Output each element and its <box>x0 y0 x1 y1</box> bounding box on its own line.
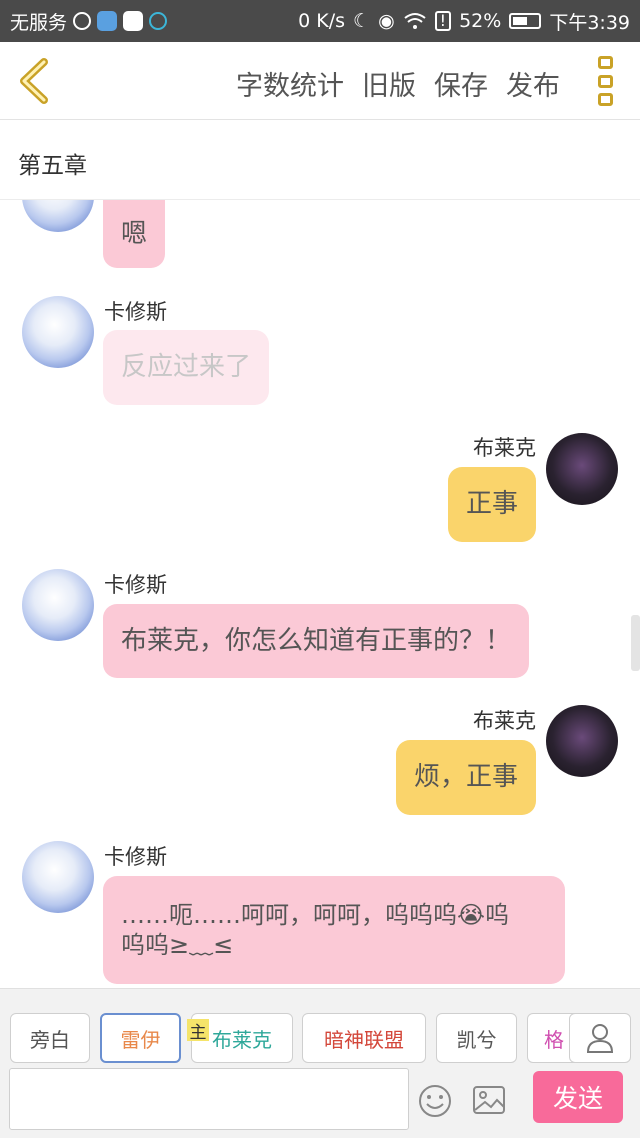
message-bubble[interactable]: 嗯 <box>103 200 166 268</box>
clock: 下午3:39 <box>549 11 630 34</box>
sender-name: 布莱克 <box>473 436 536 460</box>
network-speed: 0 K/s <box>298 10 346 32</box>
message-input[interactable] <box>9 1068 409 1130</box>
avatar-kaxiusi[interactable] <box>22 841 94 913</box>
wifi-icon <box>404 13 426 29</box>
save-button[interactable]: 保存 <box>434 64 488 103</box>
character-chip-narrator[interactable]: 旁白 <box>10 1013 90 1063</box>
message-text: 正事 <box>465 489 518 520</box>
image-icon[interactable] <box>472 1084 506 1116</box>
message-text-line: 呜呜≥﹏≤ <box>121 931 234 959</box>
avatar-kaxiusi[interactable] <box>22 296 94 368</box>
message-text: 布莱克，你怎么知道有正事的？！ <box>121 625 512 656</box>
battery-percent: 52% <box>459 10 502 32</box>
eye-icon: ◉ <box>378 10 395 32</box>
top-nav: 字数统计 旧版 保存 发布 <box>0 42 640 120</box>
message-text: 嗯 <box>121 218 148 249</box>
main-character-tag: 主 <box>187 1019 209 1043</box>
message-bubble[interactable]: ……呃……呵呵，呵呵，呜呜呜😭呜 呜呜≥﹏≤ <box>103 876 565 984</box>
sender-name: 卡修斯 <box>104 300 167 324</box>
sim-alert-icon: ! <box>434 11 452 31</box>
emoji-icon[interactable] <box>418 1084 452 1118</box>
character-selector[interactable]: 旁白 雷伊 布莱克 暗神联盟 凯兮 格 <box>0 1013 640 1063</box>
moon-icon: ☾ <box>353 10 371 32</box>
old-version-button[interactable]: 旧版 <box>362 64 416 103</box>
composer-bar: 旁白 雷伊 布莱克 暗神联盟 凯兮 格 主 发送 <box>0 988 640 1138</box>
phone-icon <box>149 12 168 30</box>
battery-icon <box>509 13 542 29</box>
back-arrow-icon[interactable] <box>14 56 60 106</box>
character-chip-anshen[interactable]: 暗神联盟 <box>302 1013 426 1063</box>
app-notification-icon <box>97 11 118 31</box>
chapter-title: 第五章 <box>18 153 87 179</box>
message-text: 反应过来了 <box>121 352 252 383</box>
character-chip-leiyi[interactable]: 雷伊 <box>100 1013 181 1063</box>
sender-name: 布莱克 <box>473 709 536 733</box>
carrier-text: 无服务 <box>10 11 68 34</box>
avatar-bulaike[interactable] <box>546 433 618 505</box>
more-menu-icon[interactable] <box>598 56 614 106</box>
message-bubble[interactable]: 布莱克，你怎么知道有正事的？！ <box>103 604 530 678</box>
avatar-bulaike[interactable] <box>546 705 618 777</box>
user-profile-icon[interactable] <box>569 1013 631 1063</box>
message-text-line: ……呃……呵呵，呵呵，呜呜呜😭呜 <box>121 901 510 929</box>
play-store-icon <box>123 11 144 31</box>
avatar-kaxiusi[interactable] <box>22 569 94 641</box>
status-bar: 无服务 0 K/s ☾ ◉ ! 52% 下午3:39 <box>0 0 640 42</box>
chat-area[interactable]: 嗯 卡修斯 反应过来了 布莱克 正事 卡修斯 布莱克，你怎么知道有正事的？！ 布… <box>0 200 640 988</box>
character-chip-kaixi[interactable]: 凯兮 <box>436 1013 517 1063</box>
sender-name: 卡修斯 <box>104 573 167 597</box>
publish-button[interactable]: 发布 <box>506 64 560 103</box>
scroll-indicator[interactable] <box>631 615 640 671</box>
message-bubble[interactable]: 烦，正事 <box>395 740 536 815</box>
sender-name: 卡修斯 <box>104 845 167 869</box>
message-bubble[interactable]: 正事 <box>447 467 536 542</box>
chapter-header[interactable]: 第五章 <box>0 120 640 200</box>
k-app-icon <box>73 12 92 30</box>
message-text: 烦，正事 <box>413 762 518 793</box>
message-bubble[interactable]: 反应过来了 <box>103 330 270 405</box>
avatar-kaxiusi[interactable] <box>22 200 94 232</box>
word-count-button[interactable]: 字数统计 <box>236 64 344 103</box>
nav-actions: 字数统计 旧版 保存 发布 <box>236 64 560 103</box>
send-button[interactable]: 发送 <box>533 1071 623 1123</box>
